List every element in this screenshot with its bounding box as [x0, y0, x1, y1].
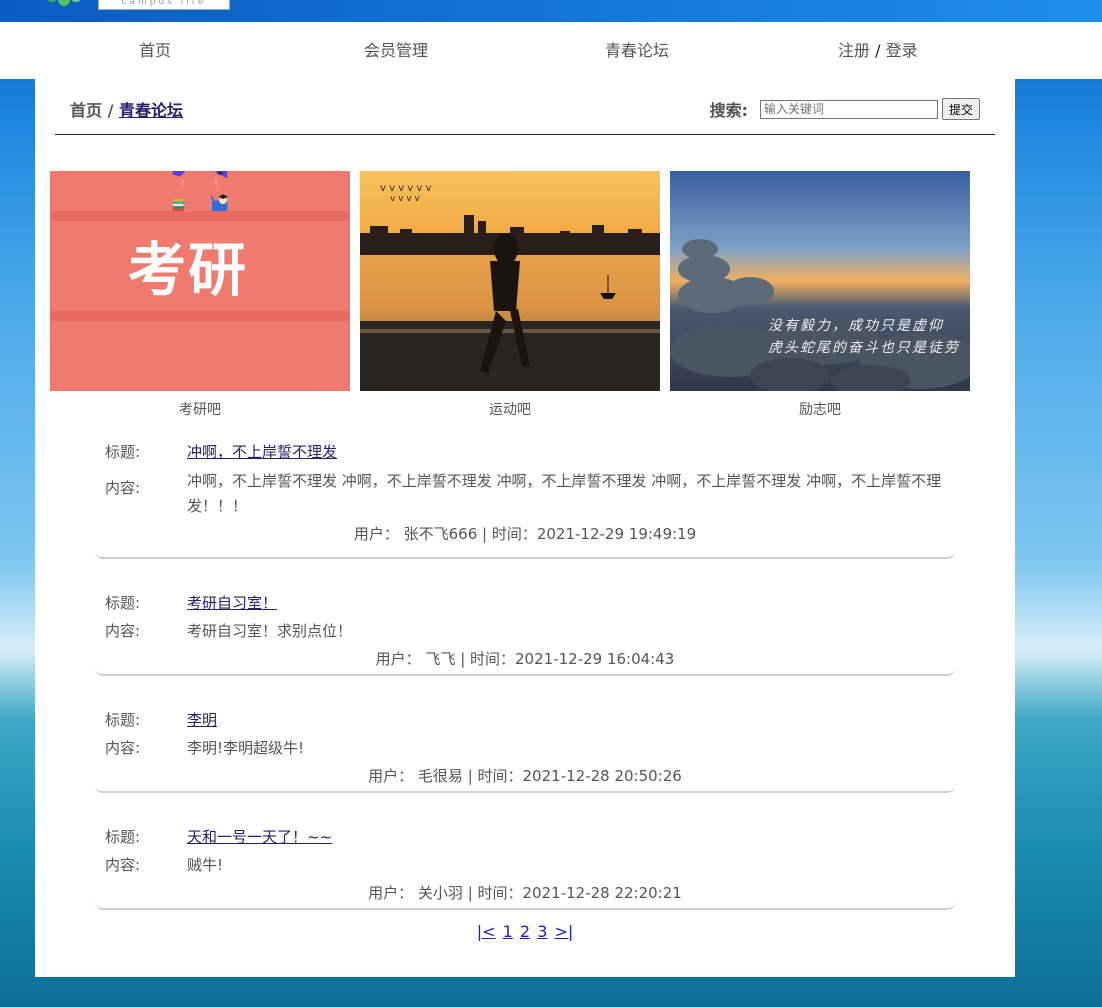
- breadcrumb-separator: /: [107, 101, 114, 120]
- content-panel: 首页 / 青春论坛 搜索: 提交 ♫ ♫ ♪ ♪: [35, 79, 1015, 977]
- nav-youth-forum[interactable]: 青春论坛: [605, 22, 669, 79]
- post-meta: 用户： 关小羽 | 时间：2021-12-28 22:20:21: [368, 884, 682, 902]
- nav-home[interactable]: 首页: [139, 22, 171, 79]
- post-title-link[interactable]: 天和一号一天了！~~: [187, 828, 332, 846]
- breadcrumb: 首页 / 青春论坛: [70, 97, 183, 121]
- login-link[interactable]: 登录: [886, 41, 918, 60]
- post-title-row: 标题: 考研自习室！: [95, 592, 947, 613]
- exam-banner-image[interactable]: ♫ ♫ ♪ ♪ 考研: [50, 171, 350, 391]
- title-label: 标题:: [105, 711, 141, 729]
- title-label: 标题:: [105, 828, 141, 846]
- register-link[interactable]: 注册: [838, 41, 870, 60]
- svg-text:♪: ♪: [182, 184, 184, 188]
- category-caption[interactable]: 考研吧: [50, 399, 350, 419]
- content-label: 内容:: [105, 479, 141, 497]
- title-label: 标题:: [105, 443, 141, 461]
- nav-auth: 注册 / 登录: [838, 22, 918, 79]
- category-card-sports[interactable]: v v v v v v v v v v 运动吧: [360, 171, 660, 419]
- post-meta: 用户： 飞飞 | 时间：2021-12-29 16:04:43: [375, 650, 675, 668]
- quote-line: 没有毅力，成功只是虚仰: [768, 318, 944, 334]
- post-content: 李明!李明超级牛!: [187, 739, 305, 757]
- post-meta: 用户： 毛很易 | 时间：2021-12-28 20:50:26: [368, 767, 682, 785]
- post-list: 标题: 冲啊，不上岸誓不理发 内容: 冲啊，不上岸誓不理发 冲啊，不上岸誓不理发…: [95, 431, 955, 910]
- pagination-page-2[interactable]: 2: [520, 922, 530, 941]
- category-caption[interactable]: 运动吧: [360, 399, 660, 419]
- search-input[interactable]: [759, 99, 938, 119]
- nav-member-management[interactable]: 会员管理: [364, 22, 428, 79]
- content-label: 内容:: [105, 856, 141, 874]
- svg-text:♫: ♫: [214, 179, 218, 184]
- logo-icon: [44, 0, 84, 10]
- post-title-row: 标题: 天和一号一天了！~~: [95, 826, 947, 847]
- svg-text:♫: ♫: [180, 179, 184, 184]
- pagination-first[interactable]: |<: [477, 922, 496, 941]
- pagination-page-1[interactable]: 1: [503, 922, 513, 941]
- header-divider: [55, 134, 995, 135]
- content-label: 内容:: [105, 739, 141, 757]
- exam-banner-text: 考研: [128, 236, 249, 304]
- post-content: 考研自习室！求别点位！: [187, 622, 353, 640]
- post-item: 标题: 李明 内容: 李明!李明超级牛! 用户： 毛很易 | 时间：2021-1…: [95, 676, 955, 793]
- category-caption[interactable]: 励志吧: [670, 399, 970, 419]
- post-title-link[interactable]: 冲啊，不上岸誓不理发: [187, 443, 337, 461]
- svg-text:v v v v: v v v v: [390, 194, 421, 204]
- top-banner: campus life: [0, 0, 1102, 22]
- svg-text:♪: ♪: [216, 185, 218, 189]
- post-content-row: 内容: 李明!李明超级牛!: [95, 737, 947, 758]
- logo-tagline: campus life: [98, 0, 230, 10]
- post-item: 标题: 天和一号一天了！~~ 内容: 贼牛! 用户： 关小羽 | 时间：2021…: [95, 793, 955, 910]
- breadcrumb-home[interactable]: 首页: [70, 101, 102, 120]
- post-item: 标题: 考研自习室！ 内容: 考研自习室！求别点位！ 用户： 飞飞 | 时间：2…: [95, 559, 955, 676]
- post-content-row: 内容: 贼牛!: [95, 854, 947, 875]
- svg-text:v v v v v v: v v v v v v: [380, 183, 431, 194]
- pagination: |< 1 2 3 >|: [35, 922, 1015, 941]
- quote-line: 虎头蛇尾的奋斗也只是徒劳: [768, 340, 960, 356]
- pagination-last[interactable]: >|: [554, 922, 573, 941]
- search-submit-button[interactable]: 提交: [941, 98, 980, 120]
- motivation-quote: 没有毅力，成功只是虚仰 虎头蛇尾的奋斗也只是徒劳: [768, 315, 960, 359]
- breadcrumb-current[interactable]: 青春论坛: [119, 101, 183, 120]
- auth-separator: /: [875, 41, 881, 60]
- pagination-page-3[interactable]: 3: [537, 922, 547, 941]
- post-content: 贼牛!: [187, 856, 224, 874]
- post-title-link[interactable]: 李明: [187, 711, 217, 729]
- post-content: 冲啊，不上岸誓不理发 冲啊，不上岸誓不理发 冲啊，不上岸誓不理发 冲啊，不上岸誓…: [187, 472, 942, 515]
- post-content-row: 内容: 考研自习室！求别点位！: [95, 620, 947, 641]
- category-card-kaoyan[interactable]: ♫ ♫ ♪ ♪ 考研 考研吧: [50, 171, 350, 419]
- post-title-row: 标题: 李明: [95, 709, 947, 730]
- post-meta: 用户： 张不飞666 | 时间：2021-12-29 19:49:19: [353, 525, 697, 543]
- runner-sunset-image[interactable]: v v v v v v v v v v: [360, 171, 660, 391]
- post-title-row: 标题: 冲啊，不上岸誓不理发: [95, 441, 947, 462]
- main-nav: 首页 会员管理 青春论坛 注册 / 登录: [0, 22, 1102, 79]
- search-label: 搜索:: [709, 101, 748, 120]
- category-card-motivation[interactable]: 没有毅力，成功只是虚仰 虎头蛇尾的奋斗也只是徒劳 励志吧: [670, 171, 970, 419]
- post-title-link[interactable]: 考研自习室！: [187, 594, 277, 612]
- post-item: 标题: 冲啊，不上岸誓不理发 内容: 冲啊，不上岸誓不理发 冲啊，不上岸誓不理发…: [95, 431, 955, 559]
- title-label: 标题:: [105, 594, 141, 612]
- stones-sunset-image[interactable]: 没有毅力，成功只是虚仰 虎头蛇尾的奋斗也只是徒劳: [670, 171, 970, 391]
- content-label: 内容:: [105, 622, 141, 640]
- search-bar: 搜索: 提交: [710, 97, 980, 121]
- post-content-row: 内容: 冲啊，不上岸誓不理发 冲啊，不上岸誓不理发 冲啊，不上岸誓不理发 冲啊，…: [95, 469, 947, 519]
